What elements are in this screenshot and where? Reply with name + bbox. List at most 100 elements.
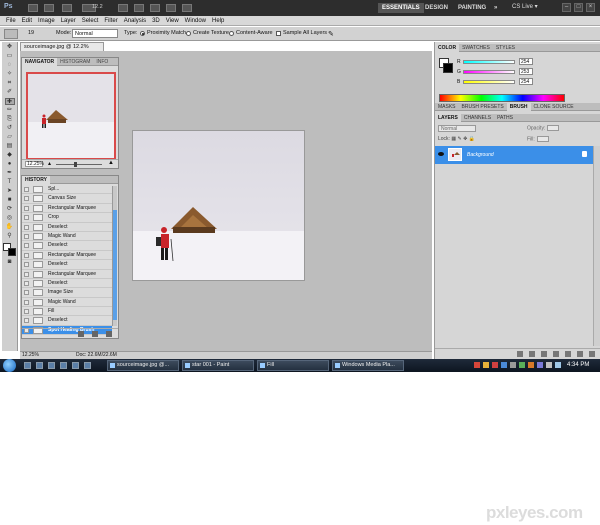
close-button[interactable]: × [586,3,595,12]
document-tab[interactable]: sourceimage.jpg @ 12.2% (RGB/8#) [20,42,104,58]
history-brush-source-box[interactable] [24,224,29,230]
tab-brush-presets[interactable]: BRUSH PRESETS [459,103,507,111]
blend-mode-select[interactable]: Normal [438,125,476,132]
history-item[interactable]: Fill [22,307,112,317]
pressure-size-icon[interactable]: ✎ [328,30,334,38]
color-background-swatch[interactable] [443,63,453,73]
lasso-tool-icon[interactable]: ◌ [5,62,15,69]
tray-icon[interactable] [519,362,525,368]
create-texture-radio[interactable] [186,31,191,36]
navigator-zoom-slider-knob[interactable] [74,162,77,167]
green-channel-value[interactable]: 253 [519,68,533,75]
tab-layers[interactable]: LAYERS [435,114,461,122]
dodge-tool-icon[interactable]: ● [5,161,15,168]
layer-name[interactable]: Background [467,152,494,158]
menu-filter[interactable]: Filter [101,16,120,26]
hand-tool-icon[interactable]: ✋ [5,224,15,231]
color-swatches[interactable] [2,243,17,257]
history-brush-source-box[interactable] [24,318,29,324]
quick-selection-tool-icon[interactable]: ✧ [5,71,15,78]
menu-file[interactable]: File [3,16,19,26]
history-brush-source-box[interactable] [24,196,29,202]
zoom-tool-icon[interactable]: ⚲ [5,233,15,240]
tray-icon[interactable] [528,362,534,368]
history-brush-source-box[interactable] [24,280,29,286]
status-zoom[interactable]: 12.25% [22,352,39,359]
tray-icon[interactable] [537,362,543,368]
pen-tool-icon[interactable]: ✒ [5,170,15,177]
tray-icon[interactable] [492,362,498,368]
history-item[interactable]: Deselect [22,260,112,270]
new-snapshot-icon[interactable] [92,331,98,337]
link-layers-icon[interactable] [517,351,523,357]
fill-field[interactable] [536,136,549,142]
tool-preset-picker[interactable] [4,29,18,39]
zoom-tool-icon[interactable] [134,4,144,12]
tab-info[interactable]: INFO [93,58,111,66]
history-brush-source-box[interactable] [24,262,29,268]
tray-icon[interactable] [501,362,507,368]
history-brush-tool-icon[interactable]: ↺ [5,125,15,132]
history-item[interactable]: Rectangular Marquee [22,204,112,214]
brush-size[interactable]: 19 [28,30,34,36]
document-canvas[interactable] [132,130,305,281]
proximity-match-radio[interactable] [140,31,145,36]
tab-styles[interactable]: STYLES [493,44,518,52]
quicklaunch-app-icon[interactable] [72,362,79,369]
tab-brush[interactable]: BRUSH [506,103,531,111]
delete-layer-icon[interactable] [589,351,595,357]
history-brush-source-box[interactable] [24,299,29,305]
minimize-button[interactable]: – [562,3,571,12]
menu-window[interactable]: Window [182,16,209,26]
history-brush-source-box[interactable] [24,252,29,258]
tab-color[interactable]: COLOR [435,44,460,52]
history-scrollbar-thumb[interactable] [113,210,117,320]
green-channel-slider[interactable] [463,70,515,74]
layers-scrollbar[interactable] [593,146,600,346]
shape-tool-icon[interactable]: ■ [5,197,15,204]
quicklaunch-folder-icon[interactable] [48,362,55,369]
blue-channel-slider[interactable] [463,80,515,84]
cs-live-button[interactable]: CS Live ▾ [512,3,538,10]
layer-mask-icon[interactable] [541,351,547,357]
workspace-painting[interactable]: PAINTING [454,3,490,13]
delete-state-icon[interactable] [106,331,112,337]
lock-all-icon[interactable]: 🔒 [469,136,475,142]
arrange-documents-icon[interactable] [166,4,176,12]
history-scrollbar[interactable] [112,186,117,326]
menu-image[interactable]: Image [35,16,58,26]
quicklaunch-media-icon[interactable] [60,362,67,369]
quicklaunch-app2-icon[interactable] [84,362,91,369]
task-media-player[interactable]: Windows Media Pla... [332,360,404,371]
history-item[interactable]: Deselect [22,316,112,326]
tray-icon[interactable] [483,362,489,368]
tray-icon[interactable] [474,362,480,368]
workspace-essentials[interactable]: ESSENTIALS [378,3,424,13]
menu-select[interactable]: Select [79,16,102,26]
opacity-field[interactable] [547,125,560,131]
history-brush-source-box[interactable] [24,271,29,277]
task-fill-folder[interactable]: Fill [257,360,329,371]
red-channel-value[interactable]: 254 [519,58,533,65]
history-brush-source-box[interactable] [24,205,29,211]
history-brush-source-box[interactable] [24,290,29,296]
history-item[interactable]: Spl... [22,185,112,195]
menu-analysis[interactable]: Analysis [121,16,149,26]
3d-orbit-tool-icon[interactable]: ◎ [5,215,15,222]
tab-masks[interactable]: MASKS [435,103,459,111]
quicklaunch-ie-icon[interactable] [36,362,43,369]
type-tool-icon[interactable]: T [5,179,15,186]
zoom-in-icon[interactable]: ▲ [108,160,114,166]
blur-tool-icon[interactable]: ◆ [5,152,15,159]
history-item[interactable]: Image Size [22,288,112,298]
hand-tool-icon[interactable] [118,4,128,12]
tab-navigator[interactable]: NAVIGATOR [22,58,58,66]
layer-background[interactable]: Background [435,146,593,164]
marquee-tool-icon[interactable]: ▭ [5,53,15,60]
maximize-button[interactable]: □ [574,3,583,12]
quick-mask-icon[interactable]: ◙ [5,259,15,266]
mode-select[interactable]: Normal [72,29,118,38]
menu-edit[interactable]: Edit [19,16,35,26]
workspace-more[interactable]: » [490,3,501,13]
start-button-icon[interactable] [3,359,16,372]
